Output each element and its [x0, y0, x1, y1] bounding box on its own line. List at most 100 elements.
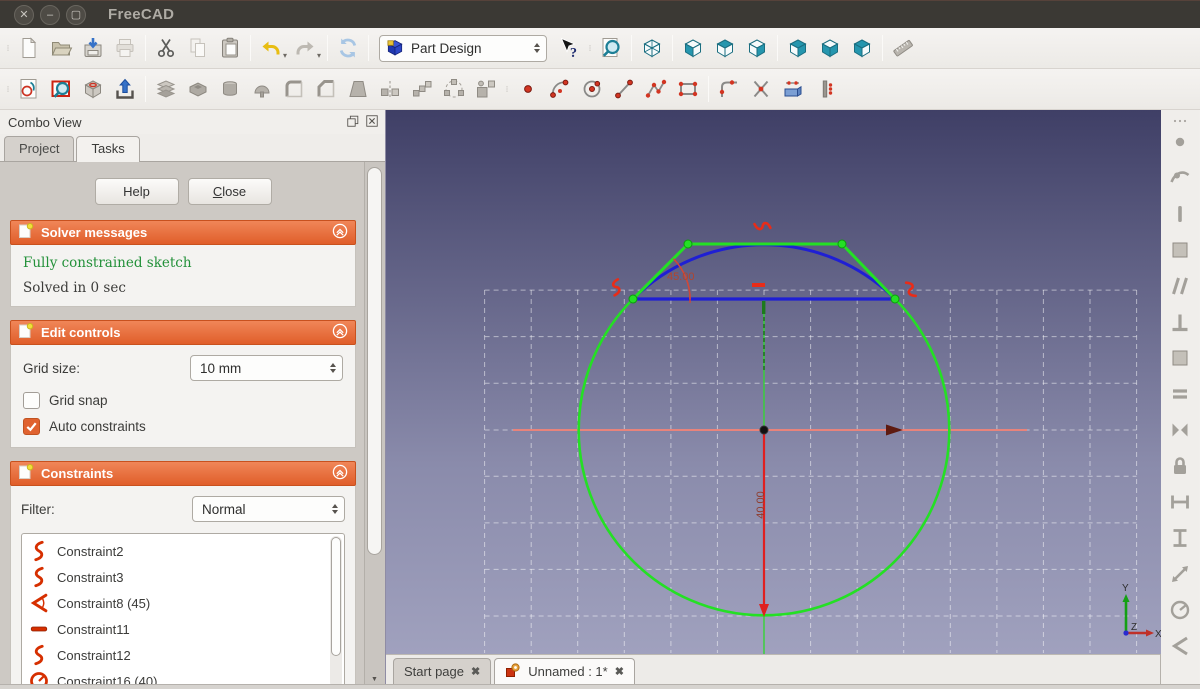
collapse-section-icon[interactable] — [332, 223, 348, 242]
constraint-list-scrollbar[interactable] — [330, 536, 342, 688]
sketch-rectangle-icon[interactable] — [672, 73, 704, 105]
refresh-icon[interactable] — [332, 32, 364, 64]
grid-snap-checkbox[interactable] — [23, 392, 40, 409]
cut-icon[interactable] — [150, 32, 182, 64]
toolbar-handle-icon[interactable] — [502, 74, 512, 104]
polar-pattern-icon[interactable] — [438, 73, 470, 105]
maximize-window-icon[interactable]: ▢ — [66, 4, 86, 25]
print-icon[interactable] — [109, 32, 141, 64]
angle-dimension-icon[interactable] — [1165, 631, 1195, 661]
toolbar-handle-icon[interactable] — [3, 33, 13, 63]
chamfer-icon[interactable] — [310, 73, 342, 105]
sketch-circle-icon[interactable] — [576, 73, 608, 105]
right-view-icon[interactable] — [741, 32, 773, 64]
horizontal-distance-icon[interactable] — [1165, 487, 1195, 517]
spinner-icon[interactable] — [532, 43, 542, 53]
viewport-background[interactable] — [386, 110, 1161, 654]
vertical-dimension-label[interactable]: 40.00 — [755, 491, 767, 519]
fillet-icon[interactable] — [278, 73, 310, 105]
solver-messages-header[interactable]: Solver messages — [10, 220, 356, 245]
map-sketch-icon[interactable] — [77, 73, 109, 105]
new-document-icon[interactable] — [13, 32, 45, 64]
radius-dimension-icon[interactable] — [1165, 595, 1195, 625]
perpendicular-constraint-icon[interactable] — [1165, 307, 1195, 337]
constraint-list-item[interactable]: Constraint12 — [28, 642, 344, 668]
help-button[interactable]: Help — [94, 178, 179, 205]
new-sketch-icon[interactable] — [13, 73, 45, 105]
document-tab[interactable]: Start page ✖ — [393, 658, 492, 684]
rear-view-icon[interactable] — [782, 32, 814, 64]
sketch-polyline-icon[interactable] — [640, 73, 672, 105]
panel-scrollbar[interactable]: ▼ — [364, 162, 385, 689]
collapse-section-icon[interactable] — [332, 464, 348, 483]
symmetric-constraint-icon[interactable] — [1165, 415, 1195, 445]
vertical-distance-icon[interactable] — [1165, 523, 1195, 553]
constraint-list-item[interactable]: Constraint3 — [28, 564, 344, 590]
pad-icon[interactable] — [150, 73, 182, 105]
close-tab-icon[interactable]: ✖ — [471, 665, 480, 678]
fit-all-icon[interactable] — [595, 32, 627, 64]
origin-point[interactable] — [759, 425, 769, 435]
copy-icon[interactable] — [182, 32, 214, 64]
groove-icon[interactable] — [246, 73, 278, 105]
spinner-icon[interactable] — [328, 363, 338, 373]
axonometric-view-icon[interactable] — [636, 32, 668, 64]
linear-pattern-icon[interactable] — [406, 73, 438, 105]
close-panel-icon[interactable] — [365, 114, 379, 131]
panel-scrollbar-thumb[interactable] — [367, 167, 382, 555]
sketch-arc-icon[interactable] — [544, 73, 576, 105]
tab-project[interactable]: Project — [4, 136, 75, 161]
dropdown-caret-icon[interactable]: ▾ — [283, 51, 287, 60]
spinner-icon[interactable] — [330, 504, 340, 514]
constraint-list-item[interactable]: Constraint8 (45) — [28, 590, 344, 616]
minimize-window-icon[interactable]: – — [40, 4, 60, 25]
measure-icon[interactable] — [887, 32, 919, 64]
constraints-header[interactable]: Constraints — [10, 461, 356, 486]
front-view-icon[interactable] — [677, 32, 709, 64]
scaled-icon[interactable] — [470, 73, 502, 105]
sketch-fillet-icon[interactable] — [713, 73, 745, 105]
bottom-view-icon[interactable] — [814, 32, 846, 64]
close-window-icon[interactable]: ✕ — [14, 4, 34, 25]
toolbar-handle-icon[interactable] — [1170, 113, 1190, 125]
grid-size-select[interactable]: 10 mm — [190, 355, 343, 381]
tangent-constraint-icon-gray[interactable] — [1165, 343, 1195, 373]
sketch-point-icon[interactable] — [512, 73, 544, 105]
3d-viewport[interactable]: 40.00 45.00 Y Z X — [386, 110, 1161, 654]
auto-constraints-checkbox[interactable] — [23, 418, 40, 435]
toolbar-handle-icon[interactable] — [585, 33, 595, 63]
revolution-icon[interactable] — [214, 73, 246, 105]
view-section-icon[interactable] — [809, 73, 841, 105]
parallel-constraint-icon[interactable] — [1165, 271, 1195, 301]
edit-sketch-icon[interactable] — [45, 73, 77, 105]
point-on-object-constraint-icon[interactable] — [1165, 163, 1195, 193]
coincident-constraint-icon[interactable] — [1165, 127, 1195, 157]
block-constraint-icon[interactable] — [1165, 451, 1195, 481]
save-icon[interactable] — [77, 32, 109, 64]
paste-icon[interactable] — [214, 32, 246, 64]
horizontal-constraint-icon-gray[interactable] — [1165, 235, 1195, 265]
edit-controls-header[interactable]: Edit controls — [10, 320, 356, 345]
sketch-line-icon[interactable] — [608, 73, 640, 105]
left-view-icon[interactable] — [846, 32, 878, 64]
workbench-selector[interactable]: Part Design — [379, 34, 548, 62]
float-panel-icon[interactable] — [346, 114, 360, 131]
tab-tasks[interactable]: Tasks — [76, 136, 140, 162]
pocket-icon[interactable] — [182, 73, 214, 105]
collapse-section-icon[interactable] — [332, 323, 348, 342]
draft-icon[interactable] — [342, 73, 374, 105]
toolbar-handle-icon[interactable] — [3, 74, 13, 104]
external-geometry-icon[interactable] — [777, 73, 809, 105]
top-view-icon[interactable] — [709, 32, 741, 64]
constraint-list-item[interactable]: Constraint11 — [28, 616, 344, 642]
trim-edge-icon[interactable] — [745, 73, 777, 105]
equal-constraint-icon[interactable] — [1165, 379, 1195, 409]
leave-sketch-icon[interactable] — [109, 73, 141, 105]
constraint-filter-select[interactable]: Normal — [192, 496, 345, 522]
dropdown-caret-icon[interactable]: ▾ — [317, 51, 321, 60]
open-file-icon[interactable] — [45, 32, 77, 64]
distance-icon[interactable] — [1165, 559, 1195, 589]
angle-dimension-label[interactable]: 45.00 — [667, 271, 695, 283]
mirrored-icon[interactable] — [374, 73, 406, 105]
document-tab[interactable]: Unnamed : 1* ✖ — [494, 658, 635, 684]
